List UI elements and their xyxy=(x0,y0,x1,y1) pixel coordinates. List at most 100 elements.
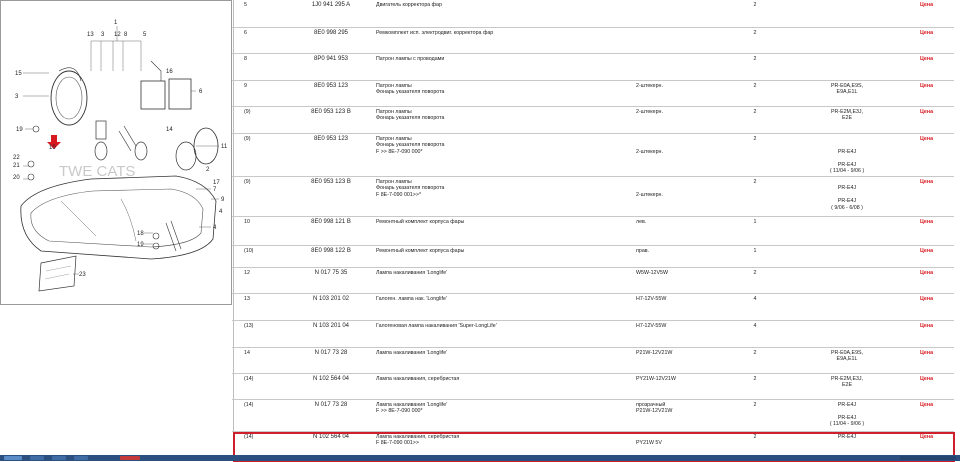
description-line: Фонарь указателя поворота xyxy=(376,89,445,96)
quantity-cell: 2 xyxy=(753,270,757,276)
table-row[interactable]: (14) N 017 73 28 2 Цена Лампа накаливания 'L… xyxy=(232,399,954,432)
tray-area[interactable] xyxy=(900,456,956,460)
table-row[interactable]: (9) 8E0 953 123 2 Цена Патрон лампы Фонарь ук… xyxy=(232,133,954,177)
svg-text:7: 7 xyxy=(213,187,217,193)
taskbar-app-browser[interactable] xyxy=(52,456,66,460)
quantity-cell: 2 xyxy=(753,30,757,36)
table-row[interactable]: (9) 8E0 953 123 B 2 Цена Патрон лампы Фонарь … xyxy=(232,106,954,134)
svg-text:2: 2 xyxy=(206,167,210,173)
part-number-cell: 1J0 941 295 A xyxy=(311,2,351,8)
table-row[interactable]: 10 8E0 998 121 B 1 Цена Ремонтный комплект к… xyxy=(232,216,954,246)
part-number-cell: N 102 564 04 xyxy=(312,376,350,382)
part-number-cell: N 017 73 28 xyxy=(314,350,348,356)
price-link[interactable]: Цена xyxy=(920,376,933,382)
svg-text:23: 23 xyxy=(79,272,86,278)
table-row[interactable]: 5 1J0 941 295 A 2 Цена Двигатель корректора … xyxy=(232,0,954,28)
part-number-cell: N 017 73 28 xyxy=(314,402,348,408)
table-row[interactable]: (14) N 102 564 04 2 Цена Лампа накаливания, … xyxy=(232,373,954,400)
quantity-cell: 4 xyxy=(753,323,757,329)
position-cell: 6 xyxy=(244,30,247,36)
table-row[interactable]: 6 8E0 998 295 2 Цена Ремкомплект исп. электр… xyxy=(232,27,954,54)
note-line: H7-12V-55W xyxy=(636,323,667,329)
svg-text:3: 3 xyxy=(15,94,19,100)
description-line: Двигатель корректора фар xyxy=(376,2,442,8)
svg-text:4: 4 xyxy=(213,225,217,231)
quantity-cell: 1 xyxy=(753,219,757,225)
price-link[interactable]: Цена xyxy=(920,402,933,408)
price-link[interactable]: Цена xyxy=(920,2,933,8)
svg-text:18: 18 xyxy=(137,231,144,237)
svg-text:17: 17 xyxy=(213,180,220,186)
price-link[interactable]: Цена xyxy=(920,323,933,329)
part-number-cell: 8E0 953 123 xyxy=(313,83,349,89)
price-link[interactable]: Цена xyxy=(920,270,933,276)
table-row[interactable]: 13 N 103 201 02 4 Цена Галоген. лампа нак. '… xyxy=(232,293,954,321)
part-number-cell: 8E0 998 121 B xyxy=(311,219,351,225)
price-link[interactable]: Цена xyxy=(920,219,933,225)
position-cell: 5 xyxy=(244,2,247,8)
part-number-cell: 8E0 953 123 B xyxy=(311,109,351,115)
pr-code-line: ( 9/06 - 6/08 ) xyxy=(831,204,863,211)
pr-code-line: ( 11/04 - 9/06 ) xyxy=(829,168,865,174)
price-link[interactable]: Цена xyxy=(920,109,933,115)
taskbar xyxy=(0,455,960,461)
note-line: PY21W-12V21W xyxy=(636,376,676,382)
quantity-cell: 2 xyxy=(753,376,757,382)
part-number-cell: 8E0 998 122 B xyxy=(311,248,351,254)
description-line: F 8E-7-090 001>>* xyxy=(376,191,422,198)
svg-text:3: 3 xyxy=(101,32,105,38)
description-line: Ремонтный комплект корпуса фары xyxy=(376,219,465,225)
quantity-cell: 4 xyxy=(753,296,757,302)
table-row[interactable]: 12 N 017 75 35 2 Цена Лампа накаливания 'Lon… xyxy=(232,267,954,294)
pr-code-line: E2E xyxy=(841,382,852,389)
position-cell: 9 xyxy=(244,83,247,89)
note-line: 2-штекерн. xyxy=(636,191,663,198)
description-line: Галоген. лампа нак. 'Longlife' xyxy=(376,296,447,302)
taskbar-app-explorer[interactable] xyxy=(30,456,44,460)
pr-code-line: PR-E4J xyxy=(837,185,857,192)
position-cell: 10 xyxy=(244,219,250,225)
price-link[interactable]: Цена xyxy=(920,136,933,142)
table-row[interactable]: 9 8E0 953 123 2 Цена Патрон лампы Фонарь указ… xyxy=(232,80,954,107)
description-line: Ремонтный комплект корпуса фары xyxy=(376,248,465,254)
svg-text:10: 10 xyxy=(49,145,56,151)
quantity-cell: 2 xyxy=(753,109,757,115)
taskbar-app-opera[interactable] xyxy=(120,456,140,460)
price-link[interactable]: Цена xyxy=(920,56,933,62)
position-cell: 13 xyxy=(244,296,250,302)
svg-text:9: 9 xyxy=(221,197,225,203)
part-number-cell: N 103 201 02 xyxy=(312,296,350,302)
pr-code-line: E9A,E1L xyxy=(836,356,858,363)
quantity-cell: 1 xyxy=(753,248,757,254)
table-row[interactable]: (10) 8E0 998 122 B 1 Цена Ремонтный комплект… xyxy=(232,245,954,268)
price-link[interactable]: Цена xyxy=(920,30,933,36)
svg-text:11: 11 xyxy=(221,144,228,150)
table-row[interactable]: (13) N 103 201 04 4 Цена Галогеновая лампа н… xyxy=(232,320,954,348)
price-link[interactable]: Цена xyxy=(920,248,933,254)
table-row[interactable]: (9) 8E0 953 123 B 2 Цена Патрон лампы Фонарь … xyxy=(232,176,954,217)
table-row[interactable]: 14 N 017 73 28 2 Цена Лампа накаливания 'Lon… xyxy=(232,347,954,374)
part-number-cell: N 103 201 04 xyxy=(312,323,350,329)
svg-text:22: 22 xyxy=(13,155,20,161)
price-link[interactable]: Цена xyxy=(920,350,933,356)
note-line: 2-штекерн. xyxy=(636,109,663,115)
description-line: Ремкомплект исп. электродвиг. корректора… xyxy=(376,30,494,36)
part-number-cell: 8E0 998 295 xyxy=(313,30,349,36)
note-line: 2-штекерн. xyxy=(636,83,663,89)
position-cell: (9) xyxy=(244,136,251,142)
svg-text:19: 19 xyxy=(137,242,144,248)
pr-code-line: E9A,E1L xyxy=(836,89,858,96)
position-cell: (14) xyxy=(244,402,254,408)
start-button[interactable] xyxy=(4,456,22,460)
taskbar-app-media[interactable] xyxy=(74,456,88,460)
description-line: F >> 8E-7-090 000* xyxy=(376,148,423,155)
table-row[interactable]: 8 8P0 941 953 2 Цена Патрон лампы с проводам… xyxy=(232,53,954,81)
svg-text:5: 5 xyxy=(143,32,147,38)
svg-text:8: 8 xyxy=(124,32,128,38)
note-line: прав. xyxy=(636,248,650,254)
description-line: Лампа накаливания, серебристая xyxy=(376,376,460,382)
price-link[interactable]: Цена xyxy=(920,83,933,89)
price-link[interactable]: Цена xyxy=(920,179,933,185)
quantity-cell: 2 xyxy=(753,402,757,408)
price-link[interactable]: Цена xyxy=(920,296,933,302)
